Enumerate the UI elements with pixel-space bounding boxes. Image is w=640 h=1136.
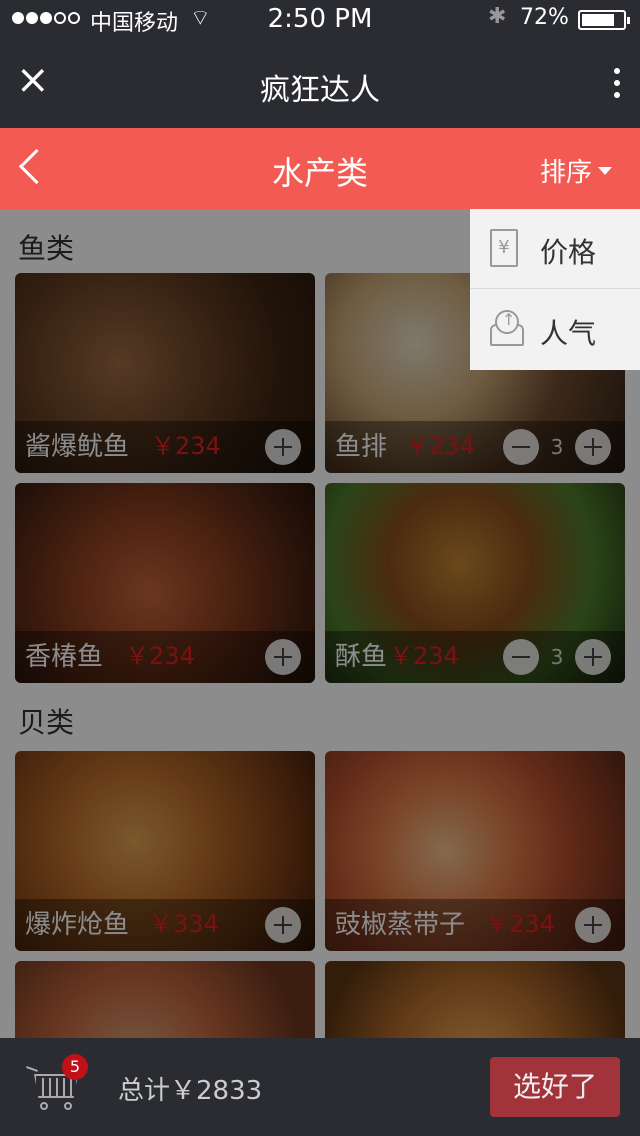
app-title: 疯狂达人 [260,73,380,108]
sort-label: 排序 [539,158,592,188]
status-bar: 中国移动 ⌔ 2:50 PM ✱ 72% [0,0,640,40]
sort-option-popularity[interactable]: 人气 [470,290,640,370]
sort-option-price[interactable]: ¥ 价格 [470,209,640,289]
sort-dropdown: ¥ 价格 人气 [470,209,640,370]
confirm-selection-button[interactable]: 选好了 [490,1057,620,1117]
cart-count-badge: 5 [62,1054,88,1080]
sort-button[interactable]: 排序 [540,152,612,189]
caret-down-icon [598,166,612,175]
sort-option-label: 价格 [540,236,597,269]
bluetooth-icon: ✱ [488,4,507,29]
category-nav-bar: 水产类 排序 [0,128,640,209]
more-vertical-icon[interactable] [614,68,620,98]
sort-option-label: 人气 [540,317,597,350]
yuan-price-icon: ¥ [490,229,518,267]
battery-percentage: 72% [520,5,569,30]
app-header: × 疯狂达人 [0,40,640,128]
battery-icon [578,10,630,30]
cart-total: 总计￥2833 [118,1076,263,1106]
popularity-icon [490,310,524,346]
